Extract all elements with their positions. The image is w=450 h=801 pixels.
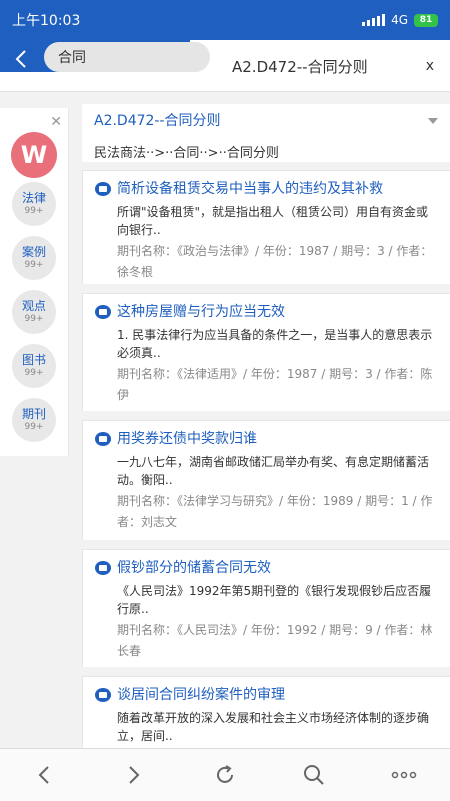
result-card[interactable]: 简析设备租赁交易中当事人的违约及其补救 所谓"设备租赁"，就是指出租人（租赁公司… bbox=[82, 170, 450, 284]
result-abstract: 1. 民事法律行为应当具备的条件之一，是当事人的意思表示必须真.. bbox=[117, 328, 433, 360]
sidebar-item-label: 案例 bbox=[21, 245, 46, 259]
document-icon bbox=[95, 432, 111, 446]
sidebar-close-icon[interactable]: ✕ bbox=[50, 114, 62, 130]
result-title[interactable]: 假钞部分的储蓄合同无效 bbox=[117, 558, 271, 578]
header: 合同 A2.D472--合同分则 x bbox=[0, 40, 450, 92]
status-indicators: 4G 81 bbox=[362, 13, 438, 27]
forward-nav-button[interactable] bbox=[114, 759, 154, 791]
result-card[interactable]: 谈居间合同纠纷案件的审理 随着改革开放的深入发展和社会主义市场经济体制的逐步确立… bbox=[82, 676, 450, 748]
result-meta: 期刊名称：《政治与法律》/ 年份：1987 / 期号：3 / 作者：徐冬根 bbox=[117, 244, 433, 279]
result-meta: 期刊名称：《人民司法》/ 年份：1992 / 期号：9 / 作者：林长春 bbox=[117, 623, 433, 658]
result-meta: 期刊名称：《法律学习与研究》/ 年份：1989 / 期号：1 / 作者：刘志文 bbox=[117, 494, 433, 529]
network-type: 4G bbox=[391, 13, 408, 27]
more-icon bbox=[391, 771, 417, 779]
sidebar-item-count: 99+ bbox=[24, 260, 44, 270]
category-header[interactable]: A2.D472--合同分则 民法商法··>··合同··>··合同分则 bbox=[82, 104, 450, 162]
status-time: 上午10:03 bbox=[12, 13, 81, 29]
sidebar-item-label: 期刊 bbox=[21, 407, 46, 421]
sidebar-item-journals[interactable]: 期刊 99+ bbox=[12, 398, 56, 442]
document-icon bbox=[95, 561, 111, 575]
result-title[interactable]: 简析设备租赁交易中当事人的违约及其补救 bbox=[117, 179, 383, 199]
sidebar-item-views[interactable]: 观点 99+ bbox=[12, 290, 56, 334]
search-input[interactable]: 合同 bbox=[44, 42, 210, 72]
result-card[interactable]: 这种房屋赠与行为应当无效 1. 民事法律行为应当具备的条件之一，是当事人的意思表… bbox=[82, 293, 450, 411]
sidebar-item-label: 观点 bbox=[21, 299, 46, 313]
sidebar-item-count: 99+ bbox=[24, 206, 44, 216]
refresh-icon bbox=[217, 765, 233, 783]
sidebar-item-count: 99+ bbox=[24, 368, 44, 378]
bottom-nav bbox=[0, 748, 450, 801]
header-divider bbox=[0, 91, 450, 92]
result-meta: 期刊名称：《法律适用》/ 年份：1987 / 期号：3 / 作者：陈伊 bbox=[117, 367, 433, 402]
chevron-down-icon[interactable] bbox=[428, 118, 438, 124]
result-abstract: 所谓"设备租赁"，就是指出租人（租赁公司）用自有资金或向银行.. bbox=[117, 205, 429, 237]
result-title[interactable]: 这种房屋赠与行为应当无效 bbox=[117, 302, 285, 322]
sidebar-item-label: 图书 bbox=[21, 353, 46, 367]
more-button[interactable] bbox=[384, 759, 424, 791]
chevron-right-icon bbox=[129, 766, 140, 784]
category-title: A2.D472--合同分则 bbox=[94, 113, 221, 129]
sidebar-item-label: 法律 bbox=[21, 191, 46, 205]
result-title[interactable]: 用奖券还债中奖款归谁 bbox=[117, 429, 257, 449]
back-nav-button[interactable] bbox=[24, 759, 64, 791]
result-card[interactable]: 用奖券还债中奖款归谁 一九八七年，湖南省邮政储汇局举办有奖、有息定期储蓄活动。衡… bbox=[82, 420, 450, 540]
result-title[interactable]: 谈居间合同纠纷案件的审理 bbox=[117, 685, 285, 705]
status-bar: 上午10:03 4G 81 bbox=[0, 0, 450, 40]
search-icon bbox=[304, 765, 324, 785]
battery-icon: 81 bbox=[414, 13, 438, 27]
result-abstract: 随着改革开放的深入发展和社会主义市场经济体制的逐步确立，居间.. bbox=[117, 711, 430, 743]
sidebar-item-count: 99+ bbox=[24, 422, 44, 432]
document-icon bbox=[95, 182, 111, 196]
page-title: A2.D472--合同分则 bbox=[232, 58, 368, 76]
result-abstract: 《人民司法》1992年第5期刊登的《银行发现假钞后应否履行原.. bbox=[117, 584, 432, 616]
signal-icon bbox=[362, 14, 386, 26]
search-button[interactable] bbox=[294, 759, 334, 791]
breadcrumb: 民法商法··>··合同··>··合同分则 bbox=[94, 146, 279, 161]
close-button[interactable]: x bbox=[426, 58, 434, 74]
result-card[interactable]: 假钞部分的储蓄合同无效 《人民司法》1992年第5期刊登的《银行发现假钞后应否履… bbox=[82, 549, 450, 667]
chevron-left-icon bbox=[15, 50, 26, 68]
app-logo: W bbox=[11, 132, 57, 178]
document-icon bbox=[95, 688, 111, 702]
sidebar-item-count: 99+ bbox=[24, 314, 44, 324]
sidebar: ✕ W 法律 99+ 案例 99+ 观点 99+ 图书 99+ 期刊 99+ bbox=[0, 108, 69, 456]
sidebar-item-law[interactable]: 法律 99+ bbox=[12, 182, 56, 226]
chevron-left-icon bbox=[38, 766, 49, 784]
back-button[interactable] bbox=[8, 46, 34, 72]
result-abstract: 一九八七年，湖南省邮政储汇局举办有奖、有息定期储蓄活动。衡阳.. bbox=[117, 455, 430, 487]
sidebar-item-cases[interactable]: 案例 99+ bbox=[12, 236, 56, 280]
sidebar-item-books[interactable]: 图书 99+ bbox=[12, 344, 56, 388]
refresh-button[interactable] bbox=[205, 759, 245, 791]
document-icon bbox=[95, 305, 111, 319]
